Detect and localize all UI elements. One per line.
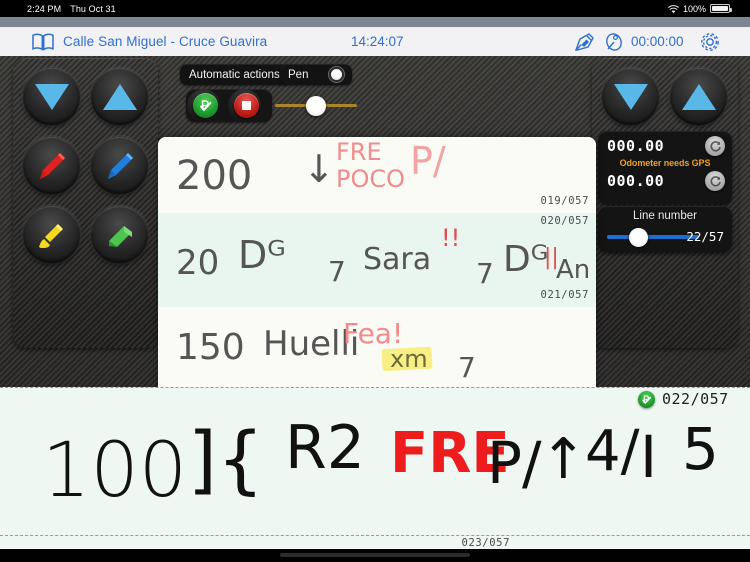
triangle-up-icon xyxy=(102,83,137,110)
row-divider xyxy=(0,535,750,536)
row-label: 021/057 xyxy=(540,289,589,301)
line-number-label: Line number xyxy=(633,210,697,222)
odometer-primary-value: 000.00 xyxy=(607,137,665,155)
handwriting-stroke: POCO xyxy=(336,165,406,193)
stop-action-button[interactable] xyxy=(234,93,259,118)
clock-display: 14:24:07 xyxy=(351,34,404,49)
gear-icon[interactable] xyxy=(700,32,720,57)
status-date: Thu Oct 31 xyxy=(70,3,116,14)
handwriting-stroke: P/ xyxy=(410,139,446,183)
triangle-up-icon xyxy=(681,83,716,110)
refresh-icon xyxy=(709,140,721,152)
handwriting-stroke: I xyxy=(640,423,658,491)
handwriting-stroke: 7 xyxy=(458,351,476,384)
handwriting-stroke: 150 xyxy=(176,327,245,368)
pen-toggle[interactable]: Pen xyxy=(280,64,352,85)
handwriting-stroke: 5 xyxy=(682,415,719,483)
ios-status-bar: 2:24 PM Thu Oct 31 100% xyxy=(0,0,750,17)
green-park-check-icon xyxy=(638,390,655,408)
handwriting-stroke: An xyxy=(556,255,591,285)
wifi-icon xyxy=(667,5,679,14)
pen-icon xyxy=(39,152,65,179)
handwriting-stroke: ]{ xyxy=(188,417,264,503)
red-stop-icon xyxy=(242,101,251,110)
odometer-panel: 000.00 Odometer needs GPS 000.00 xyxy=(598,131,732,204)
status-underbar xyxy=(0,17,750,27)
notepad-row[interactable]: 200 ↓ FRE POCO P/ xyxy=(158,137,596,213)
page-title: Calle San Miguel - Cruce Guavira xyxy=(63,34,268,49)
triangle-down-icon xyxy=(34,83,69,110)
active-row-badge: 022/057 xyxy=(638,390,729,408)
blue-pen-button[interactable] xyxy=(91,137,148,194)
handwriting-stroke: !! xyxy=(441,224,461,252)
automatic-actions-label[interactable]: Automatic actions xyxy=(180,64,289,85)
handwriting-stroke: R2 xyxy=(285,413,365,483)
row-label: 020/057 xyxy=(540,215,589,227)
line-number-value: 22/57 xyxy=(686,229,724,244)
green-park-check-icon xyxy=(200,100,212,112)
handwriting-stroke: ↓ xyxy=(303,147,335,191)
handwriting-stroke: 100 xyxy=(42,425,188,514)
handwriting-stroke: || xyxy=(544,245,559,270)
home-indicator[interactable] xyxy=(280,553,470,557)
app-navigation-bar: Calle San Miguel - Cruce Guavira 14:24:0… xyxy=(0,27,750,56)
handwriting-stroke: ↑ xyxy=(540,427,587,492)
row-divider xyxy=(0,387,750,388)
line-number-slider[interactable] xyxy=(607,235,699,239)
eraser-icon xyxy=(108,225,132,247)
handwriting-stroke: 200 xyxy=(176,153,253,199)
automatic-actions-holder xyxy=(186,89,272,122)
handwriting-stroke: 4/ xyxy=(585,419,640,484)
pen-icon xyxy=(107,152,133,179)
triangle-down-icon xyxy=(613,83,648,110)
scroll-up-button[interactable] xyxy=(91,68,148,125)
park-action-button[interactable] xyxy=(193,93,218,118)
right-tool-cluster: 000.00 Odometer needs GPS 000.00 Line nu… xyxy=(592,58,738,348)
notepad-active-row[interactable]: 100 ]{ R2 FRE P/ ↑ 4/ I 5 023/057 xyxy=(0,387,750,549)
line-number-slider-knob[interactable] xyxy=(629,228,648,247)
handwriting-stroke: xm xyxy=(390,345,428,373)
pen-toggle-label: Pen xyxy=(288,68,309,81)
handwriting-stroke: Sara xyxy=(363,242,432,277)
scroll-down-button[interactable] xyxy=(23,68,80,125)
handwriting-stroke: 7 xyxy=(328,255,346,288)
ipad-screen: 2:24 PM Thu Oct 31 100% Calle San Miguel… xyxy=(0,0,750,562)
odometer-secondary-value: 000.00 xyxy=(607,172,665,190)
book-icon[interactable] xyxy=(32,33,54,56)
battery-percent-label: 100% xyxy=(682,3,706,14)
handwriting-stroke: Dᴳ xyxy=(238,233,286,277)
status-time: 2:24 PM xyxy=(27,3,62,14)
odometer-warning: Odometer needs GPS xyxy=(619,158,711,168)
notepad-upper[interactable]: 200 ↓ FRE POCO P/ 019/057 020/057 20 Dᴳ … xyxy=(158,137,596,387)
pen-thickness-knob[interactable] xyxy=(306,96,326,116)
row-label: 019/057 xyxy=(540,195,589,207)
automatic-actions-text: Automatic actions xyxy=(189,68,280,81)
notepad-row[interactable]: 150 Huelli Fea! xm 7 xyxy=(158,307,596,387)
handwriting-stroke: FRE xyxy=(336,138,382,166)
refresh-icon xyxy=(709,175,721,187)
red-pen-button[interactable] xyxy=(23,137,80,194)
left-tool-cluster xyxy=(13,58,158,348)
handwriting-stroke: Dᴳ xyxy=(503,239,549,280)
odometer-primary-reset-button[interactable] xyxy=(705,136,725,156)
notepad-row[interactable]: 020/057 20 Dᴳ 7 Sara !! 7 Dᴳ An || xyxy=(158,213,596,307)
green-eraser-button[interactable] xyxy=(91,206,148,263)
page-down-button[interactable] xyxy=(602,68,659,125)
yellow-brush-button[interactable] xyxy=(23,206,80,263)
satellite-dish-icon[interactable] xyxy=(605,32,625,57)
pen-toggle-knob[interactable] xyxy=(329,67,344,82)
fountain-pen-icon[interactable] xyxy=(574,32,596,57)
battery-icon xyxy=(710,4,732,13)
row-label: 023/057 xyxy=(461,537,510,549)
active-row-label: 022/057 xyxy=(662,390,729,408)
trip-timer: 00:00:00 xyxy=(631,34,684,49)
pen-thickness-slider[interactable] xyxy=(275,96,357,116)
handwriting-stroke: 7 xyxy=(476,257,494,290)
odometer-secondary-reset-button[interactable] xyxy=(705,171,725,191)
page-up-button[interactable] xyxy=(670,68,727,125)
brush-icon xyxy=(38,223,63,248)
handwriting-stroke: P/ xyxy=(487,429,542,497)
handwriting-stroke: 20 xyxy=(176,243,220,283)
line-number-panel: Line number 22/57 xyxy=(598,206,732,252)
